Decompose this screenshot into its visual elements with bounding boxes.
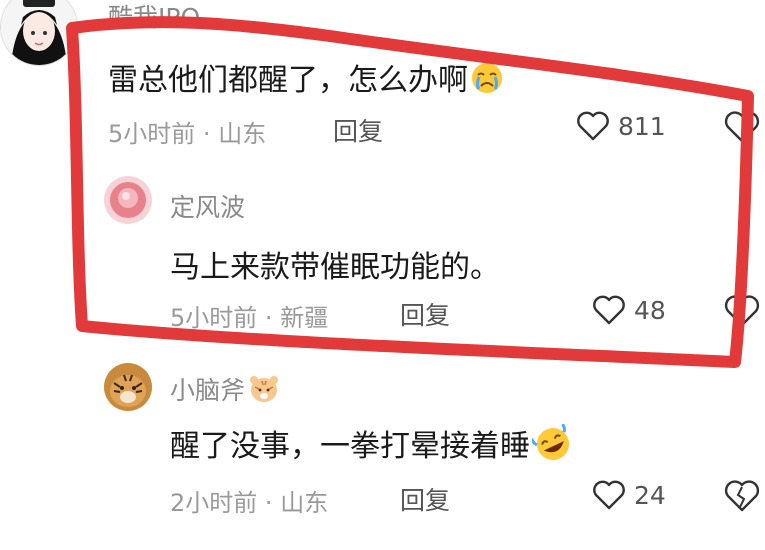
flower-avatar-icon	[104, 176, 152, 224]
comment-text-content: 醒了没事，一拳打晕接着睡	[170, 429, 530, 464]
comment-3: 小脑斧 醒了没事，一拳打晕接着睡 2小时前 · 山东 回复 24	[0, 355, 765, 535]
comment-location: 新疆	[280, 304, 329, 332]
comment-time: 5小时前	[170, 304, 258, 332]
comment-text: 马上来款带催眠功能的。	[170, 250, 500, 285]
dislike-button[interactable]	[722, 479, 762, 517]
tiger-face-icon	[249, 375, 279, 409]
username[interactable]: 酷我IPO	[108, 0, 200, 34]
dislike-button[interactable]	[722, 294, 762, 332]
heart-icon	[577, 111, 609, 141]
tiger-avatar-icon	[104, 363, 152, 411]
reply-button[interactable]: 回复	[400, 481, 450, 517]
heart-icon	[593, 480, 625, 510]
like-button[interactable]: 811	[576, 110, 666, 142]
comment-time: 5小时前	[108, 120, 196, 148]
meta-separator: ·	[264, 304, 273, 332]
comment-text: 雷总他们都醒了，怎么办啊	[108, 55, 504, 103]
heart-icon	[593, 295, 625, 325]
broken-heart-icon	[724, 480, 760, 512]
meta-separator: ·	[264, 489, 273, 517]
comment-1: 酷我IPO 雷总他们都醒了，怎么办啊 5小时前 · 山东 回复 811	[0, 0, 765, 160]
avatar[interactable]	[104, 176, 152, 224]
like-count: 24	[634, 480, 666, 510]
comment-location: 山东	[218, 120, 267, 148]
comment-text-content: 雷总他们都醒了，怎么办啊	[108, 63, 468, 98]
comment-text: 醒了没事，一拳打晕接着睡	[170, 421, 574, 472]
comment-location: 山东	[280, 489, 329, 517]
comment-2: 定风波 马上来款带催眠功能的。 5小时前 · 新疆 回复 48	[0, 170, 765, 340]
comment-meta: 2小时前 · 山东	[170, 483, 328, 518]
comment-meta: 5小时前 · 山东	[108, 114, 266, 149]
comment-time: 2小时前	[170, 489, 258, 517]
crying-face-emoji-icon	[470, 61, 504, 103]
broken-heart-icon	[724, 295, 760, 327]
username[interactable]: 定风波	[170, 188, 245, 224]
avatar[interactable]	[0, 0, 78, 66]
like-button[interactable]: 24	[592, 479, 666, 511]
username-text: 小脑斧	[170, 376, 246, 405]
like-button[interactable]: 48	[592, 294, 666, 326]
reply-button[interactable]: 回复	[400, 296, 450, 332]
rolling-on-floor-laughing-emoji-icon	[530, 422, 574, 472]
broken-heart-icon	[724, 111, 760, 143]
meta-separator: ·	[202, 120, 211, 148]
username[interactable]: 小脑斧	[170, 371, 279, 409]
anime-avatar-icon	[1, 0, 77, 65]
like-count: 48	[634, 295, 666, 325]
avatar[interactable]	[104, 363, 152, 411]
reply-button[interactable]: 回复	[333, 112, 383, 148]
comment-meta: 5小时前 · 新疆	[170, 298, 328, 333]
dislike-button[interactable]	[722, 110, 762, 148]
like-count: 811	[618, 111, 666, 141]
